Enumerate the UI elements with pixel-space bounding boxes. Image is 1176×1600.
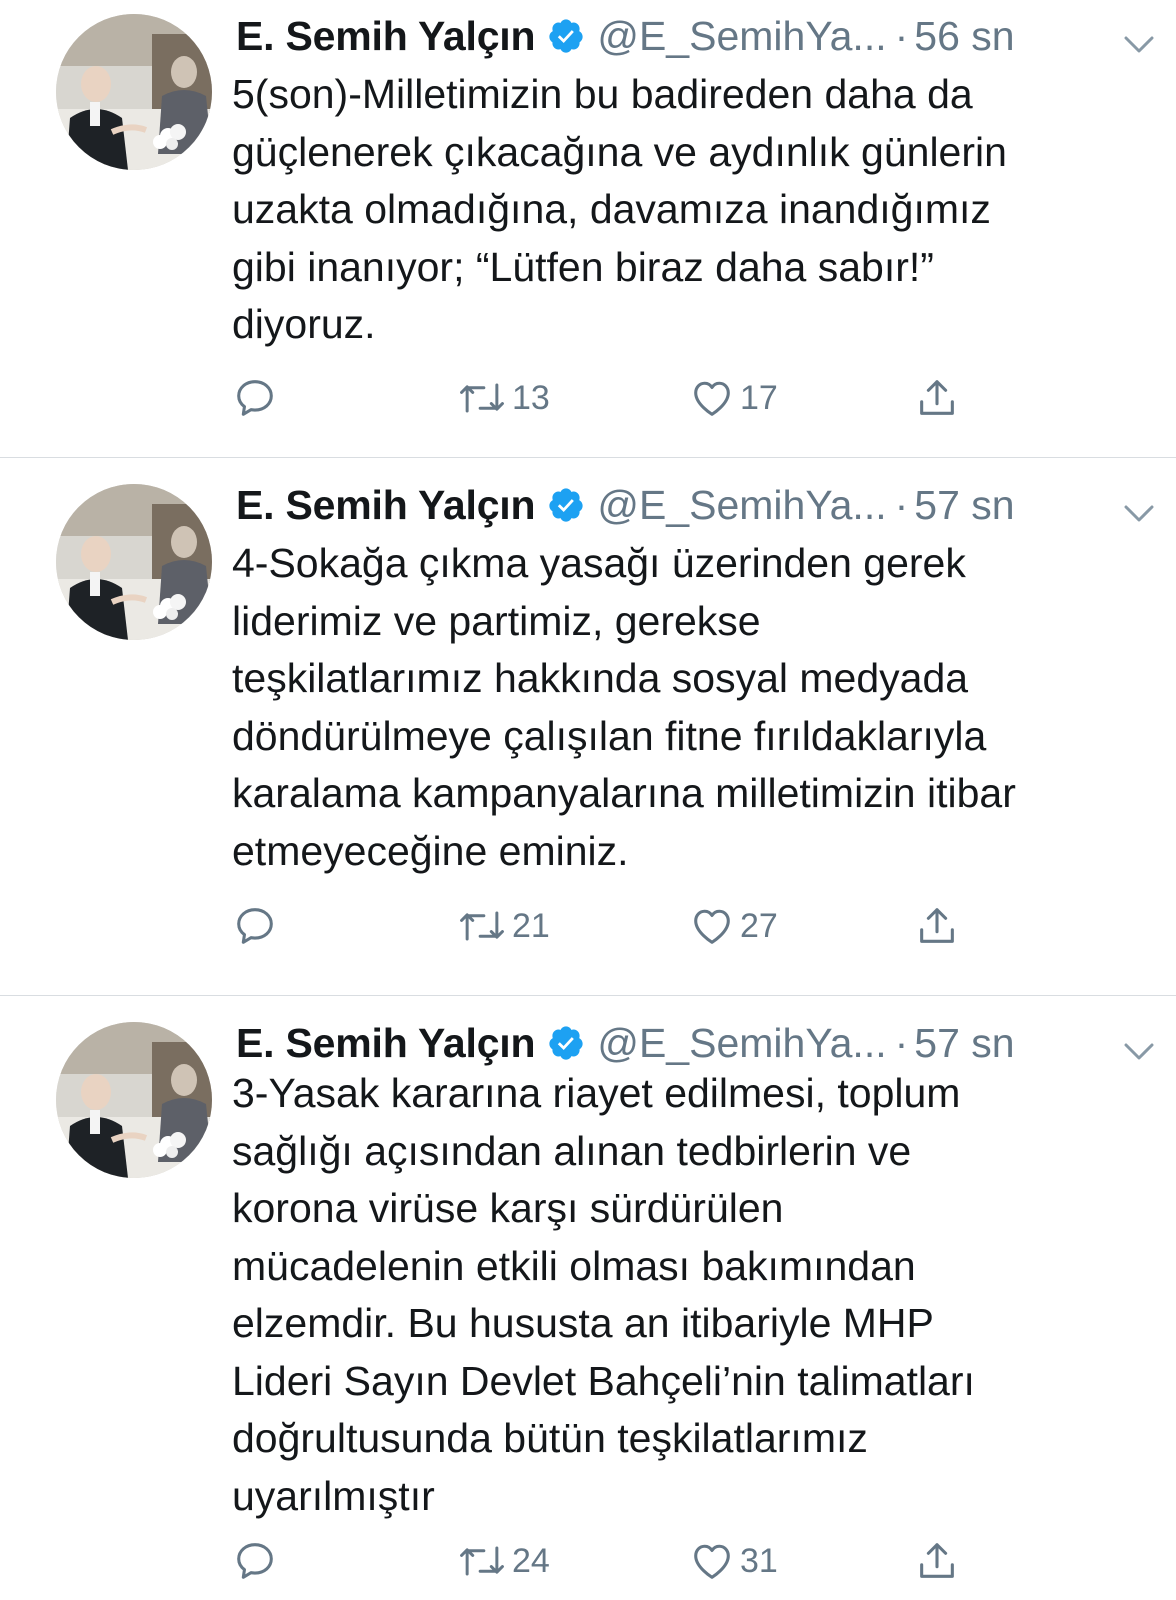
author-name[interactable]: E. Semih Yalçın xyxy=(236,13,536,60)
avatar[interactable] xyxy=(56,1022,212,1178)
share-icon xyxy=(914,1538,960,1584)
author-handle[interactable]: @E_SemihYa... xyxy=(597,482,886,529)
reply-icon xyxy=(232,903,278,949)
retweet-icon xyxy=(456,1538,508,1584)
separator: · xyxy=(894,12,909,59)
reply-button[interactable] xyxy=(232,373,278,423)
tweet-header: E. Semih Yalçın @E_SemihYa... · 56 sn xyxy=(236,11,1154,61)
chevron-down-icon[interactable] xyxy=(1122,490,1156,522)
retweet-icon xyxy=(456,375,508,421)
tweet-header: E. Semih Yalçın @E_SemihYa... · 57 sn xyxy=(236,480,1154,530)
timestamp[interactable]: 57 sn xyxy=(914,1020,1014,1067)
tweet-actions: 13 17 xyxy=(232,373,992,423)
tweet-actions: 24 31 xyxy=(232,1536,992,1586)
tweet-header: E. Semih Yalçın @E_SemihYa... · 57 sn xyxy=(236,1018,1154,1068)
chevron-down-icon[interactable] xyxy=(1122,1028,1156,1060)
tweet-feed: E. Semih Yalçın @E_SemihYa... · 56 sn 5(… xyxy=(0,0,1176,1600)
separator: · xyxy=(894,1019,909,1066)
heart-icon xyxy=(688,375,736,421)
retweet-button[interactable]: 21 xyxy=(456,901,550,951)
avatar[interactable] xyxy=(56,484,212,640)
chevron-down-icon[interactable] xyxy=(1122,21,1156,53)
retweet-count: 21 xyxy=(512,906,550,945)
verified-badge-icon xyxy=(547,486,585,524)
verified-badge-icon xyxy=(547,17,585,55)
like-button[interactable]: 17 xyxy=(688,373,778,423)
like-button[interactable]: 27 xyxy=(688,901,778,951)
like-count: 17 xyxy=(740,378,778,417)
separator: · xyxy=(894,481,909,528)
share-icon xyxy=(914,903,960,949)
retweet-button[interactable]: 24 xyxy=(456,1536,550,1586)
like-count: 27 xyxy=(740,906,778,945)
share-button[interactable] xyxy=(914,373,960,423)
tweet-actions: 21 27 xyxy=(232,901,992,951)
reply-button[interactable] xyxy=(232,901,278,951)
author-handle[interactable]: @E_SemihYa... xyxy=(597,1020,886,1067)
like-count: 31 xyxy=(740,1541,778,1580)
share-button[interactable] xyxy=(914,1536,960,1586)
reply-icon xyxy=(232,1538,278,1584)
tweet[interactable]: E. Semih Yalçın @E_SemihYa... · 57 sn 4-… xyxy=(0,458,1176,996)
heart-icon xyxy=(688,1538,736,1584)
author-handle[interactable]: @E_SemihYa... xyxy=(597,13,886,60)
tweet-text: 3-Yasak kararına riayet edilmesi, toplum… xyxy=(232,1070,975,1519)
avatar[interactable] xyxy=(56,14,212,170)
tweet[interactable]: E. Semih Yalçın @E_SemihYa... · 56 sn 5(… xyxy=(0,0,1176,458)
verified-badge-icon xyxy=(547,1024,585,1062)
retweet-icon xyxy=(456,903,508,949)
timestamp[interactable]: 57 sn xyxy=(914,482,1014,529)
share-button[interactable] xyxy=(914,901,960,951)
reply-icon xyxy=(232,375,278,421)
retweet-count: 24 xyxy=(512,1541,550,1580)
author-name[interactable]: E. Semih Yalçın xyxy=(236,1020,536,1067)
like-button[interactable]: 31 xyxy=(688,1536,778,1586)
tweet-text: 5(son)-Milletimizin bu badireden daha da… xyxy=(232,71,1007,347)
share-icon xyxy=(914,375,960,421)
retweet-button[interactable]: 13 xyxy=(456,373,550,423)
reply-button[interactable] xyxy=(232,1536,278,1586)
timestamp[interactable]: 56 sn xyxy=(914,13,1014,60)
tweet-text: 4-Sokağa çıkma yasağı üzerinden gerek li… xyxy=(232,540,1016,874)
author-name[interactable]: E. Semih Yalçın xyxy=(236,482,536,529)
heart-icon xyxy=(688,903,736,949)
retweet-count: 13 xyxy=(512,378,550,417)
tweet[interactable]: E. Semih Yalçın @E_SemihYa... · 57 sn 3-… xyxy=(0,996,1176,1600)
